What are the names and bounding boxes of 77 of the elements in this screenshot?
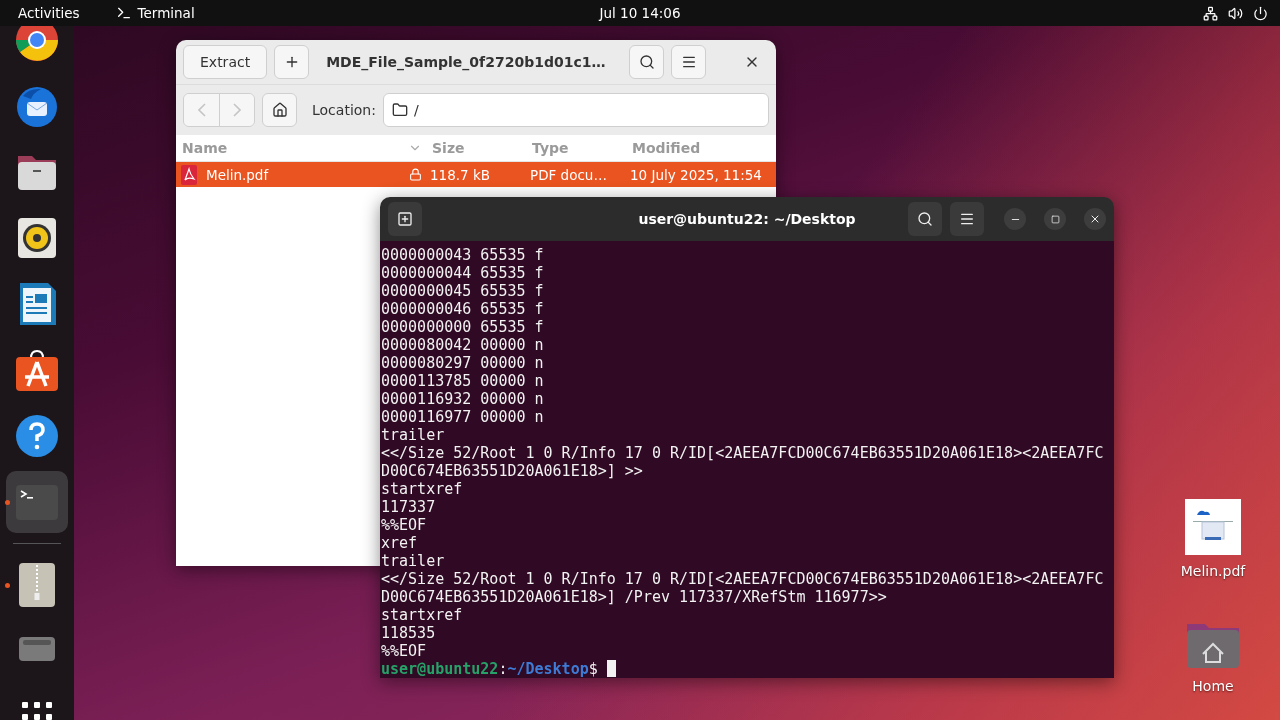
prompt-user: user@ubuntu22 xyxy=(381,660,499,678)
help-icon xyxy=(15,414,59,458)
activities-button[interactable]: Activities xyxy=(18,5,80,21)
output-line: trailer xyxy=(381,552,446,570)
browser-icon xyxy=(15,26,59,62)
network-icon[interactable] xyxy=(1203,5,1218,21)
output-line: 0000000045 65535 f xyxy=(381,282,545,300)
prompt-separator: : xyxy=(498,660,508,678)
forward-icon xyxy=(233,103,241,117)
back-icon xyxy=(197,103,206,117)
pdf-icon xyxy=(180,164,198,185)
output-line: trailer xyxy=(381,426,446,444)
output-line: 117337 xyxy=(381,498,437,516)
output-line: 0000000043 65535 f xyxy=(381,246,545,264)
menu-icon xyxy=(959,211,975,227)
desktop-icon-label[interactable]: Melin.pdf xyxy=(1180,563,1246,579)
extract-button[interactable]: Extract xyxy=(183,45,268,79)
menu-button[interactable] xyxy=(671,45,706,79)
output-line: 0000113785 00000 n xyxy=(381,372,545,390)
output-line: 0000000000 65535 f xyxy=(381,318,545,336)
output-line: 118535 xyxy=(381,624,437,642)
search-button[interactable] xyxy=(629,45,664,79)
prompt-symbol: $ xyxy=(588,660,598,678)
column-header[interactable]: Size xyxy=(426,140,526,156)
file-modified: 10 July 2025, 11:54 xyxy=(629,166,763,183)
output-line: 0000000046 65535 f xyxy=(381,300,545,318)
output-line: <</Size 52/Root 1 0 R/Info 17 0 R/ID[<2AEEA7FCD00C674EB63551D20A061E18><2AEEA7FC xyxy=(381,570,1105,588)
output-line: D00C674EB63551D20A061E18>] /Prev 117337/XRefStm 116977>> xyxy=(381,588,888,606)
window-title: MDE_File_Sample_0f2720b1d01c1… xyxy=(325,54,607,70)
output-line: %%EOF xyxy=(381,516,428,534)
window-title: user@ubuntu22: ~/Desktop xyxy=(638,211,856,227)
home-icon xyxy=(271,102,288,118)
output-line: 0000116977 00000 n xyxy=(381,408,545,426)
location-label: Location: xyxy=(312,102,376,118)
add-button[interactable] xyxy=(274,45,310,79)
app-menu[interactable]: Terminal xyxy=(137,5,195,21)
clock[interactable]: Jul 10 14:06 xyxy=(599,5,681,21)
menu-icon xyxy=(680,54,697,70)
search-icon xyxy=(917,211,933,227)
column-header[interactable]: Modified xyxy=(626,140,776,156)
text-cursor xyxy=(606,660,616,677)
output-line: D00C674EB63551D20A061E18>] >> xyxy=(381,462,644,480)
file-size: 118.7 kB xyxy=(429,166,492,183)
volume-icon[interactable] xyxy=(1228,5,1243,21)
power-icon[interactable] xyxy=(1253,5,1268,21)
bird-icon xyxy=(15,84,59,128)
output-line: 0000080297 00000 n xyxy=(381,354,545,372)
menu-button[interactable] xyxy=(950,202,984,236)
search-button[interactable] xyxy=(908,202,942,236)
output-line: <</Size 52/Root 1 0 R/Info 17 0 R/ID[<2AEEA7FCD00C674EB63551D20A061E18><2AEEA7FC xyxy=(381,444,1105,462)
column-header[interactable]: Type xyxy=(526,140,626,156)
desktop-icon-label[interactable]: Home xyxy=(1192,678,1234,694)
maximize-button[interactable] xyxy=(1044,208,1066,230)
output-line: startxref xyxy=(381,480,464,498)
location-field[interactable]: / xyxy=(382,93,769,127)
home-button[interactable] xyxy=(262,93,297,127)
maximize-icon xyxy=(1050,214,1060,224)
column-header[interactable]: Name xyxy=(176,140,426,156)
close-icon xyxy=(1089,213,1101,225)
close-button[interactable] xyxy=(1084,208,1106,230)
output-line: 0000000044 65535 f xyxy=(381,264,545,282)
file-row[interactable]: Melin.pdf 118.7 kB PDF docu… 10 July 2025, 11:54 xyxy=(176,162,776,187)
output-line: startxref xyxy=(381,606,464,624)
output-line: xref xyxy=(381,534,419,552)
new-tab-button[interactable] xyxy=(388,202,422,236)
output-line: 0000116932 00000 n xyxy=(381,390,545,408)
shopping-bag-icon xyxy=(15,348,59,392)
new-tab-icon xyxy=(397,211,413,227)
file-type: PDF docu… xyxy=(529,166,608,183)
output-line: %%EOF xyxy=(381,642,428,660)
terminal-icon xyxy=(115,5,132,21)
prompt-path: ~/Desktop xyxy=(507,660,589,678)
file-name: Melin.pdf xyxy=(205,166,270,183)
output-line: 0000080042 00000 n xyxy=(381,336,545,354)
folder-icon xyxy=(391,102,408,118)
search-icon xyxy=(638,54,655,70)
speaker-icon xyxy=(15,216,59,260)
